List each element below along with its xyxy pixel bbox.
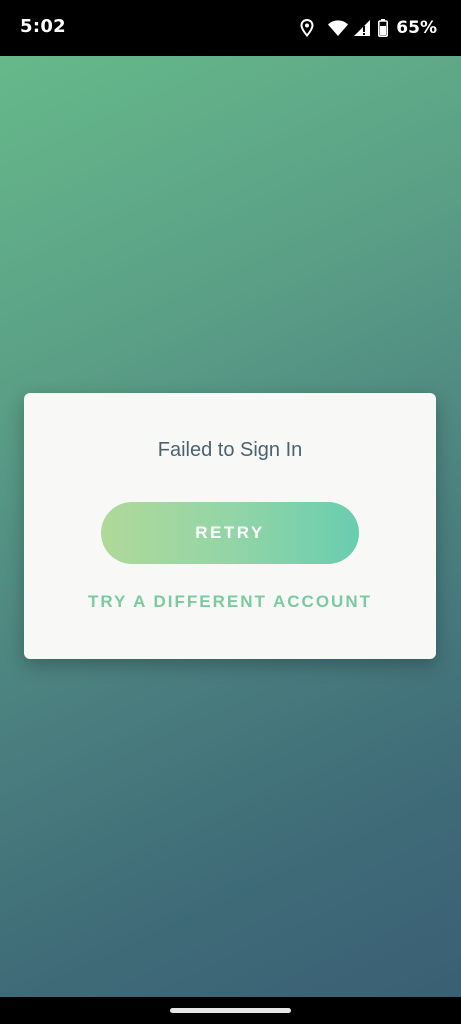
status-bar: 5:02 65%: [0, 0, 461, 56]
retry-button[interactable]: RETRY: [101, 502, 359, 564]
wifi-icon: [328, 20, 349, 36]
navigation-bar: [0, 997, 461, 1024]
location-icon: [300, 19, 314, 37]
battery-icon: [378, 19, 389, 37]
home-gesture-handle[interactable]: [170, 1008, 291, 1013]
battery-percentage: 65%: [396, 18, 437, 38]
status-icons: 65%: [300, 16, 437, 40]
dialog-title: Failed to Sign In: [157, 439, 303, 461]
sign-in-error-dialog: Failed to Sign In RETRY TRY A DIFFERENT …: [24, 393, 436, 659]
try-different-account-link[interactable]: TRY A DIFFERENT ACCOUNT: [24, 592, 436, 612]
status-time: 5:02: [20, 16, 66, 37]
cell-signal-icon: [354, 20, 371, 36]
